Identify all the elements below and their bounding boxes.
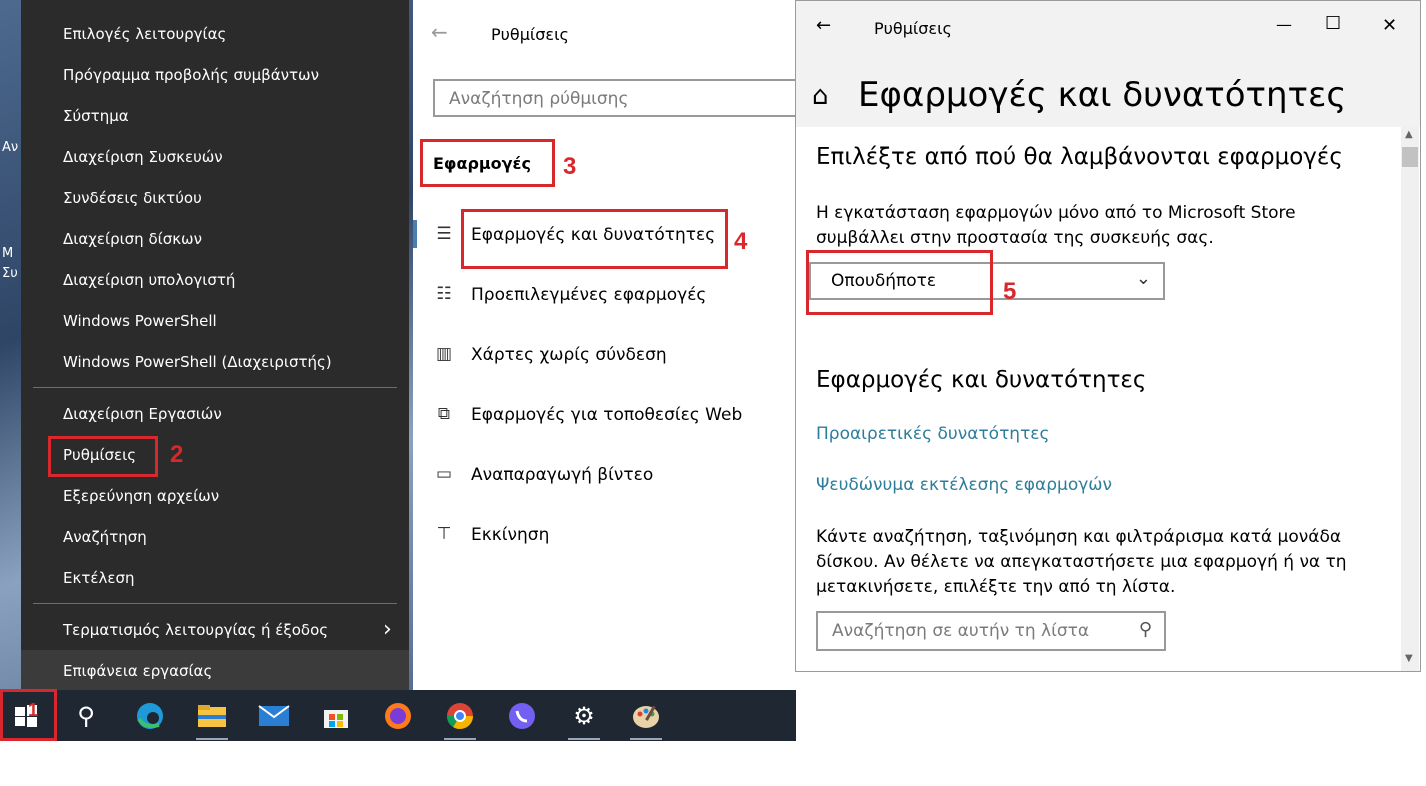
viber-icon[interactable] bbox=[502, 698, 542, 734]
annotation-box-settings bbox=[48, 436, 158, 477]
app-execution-aliases-link[interactable]: Ψευδώνυμα εκτέλεσης εφαρμογών bbox=[816, 475, 1112, 495]
chrome-icon[interactable] bbox=[440, 698, 480, 740]
apps-features-heading: Εφαρμογές και δυνατότητες bbox=[816, 367, 1147, 393]
nav-label: Προεπιλεγμένες εφαρμογές bbox=[471, 285, 707, 305]
nav-item-apps-websites[interactable]: ⧉ Εφαρμογές για τοποθεσίες Web bbox=[433, 402, 793, 432]
paint-icon[interactable] bbox=[626, 698, 666, 740]
home-icon[interactable]: ⌂ bbox=[812, 81, 829, 111]
menu-separator bbox=[33, 387, 397, 388]
menu-item-computer-management[interactable]: Διαχείριση υπολογιστή bbox=[63, 260, 235, 301]
annotation-box-apps bbox=[420, 139, 555, 187]
nav-item-offline-maps[interactable]: ▥ Χάρτες χωρίς σύνδεση bbox=[433, 342, 793, 372]
file-explorer-icon[interactable] bbox=[192, 698, 232, 740]
page-title: Εφαρμογές και δυνατότητες bbox=[858, 75, 1347, 115]
search-description-line: μετακινήσετε, επιλέξτε την από τη λίστα. bbox=[816, 577, 1176, 597]
store-icon[interactable] bbox=[316, 698, 356, 734]
menu-item-network-connections[interactable]: Συνδέσεις δικτύου bbox=[63, 178, 202, 219]
search-placeholder: Αναζήτηση σε αυτήν τη λίστα bbox=[832, 621, 1090, 641]
nav-label: Εκκίνηση bbox=[471, 525, 550, 545]
taskbar: ⚲ ⚙ bbox=[0, 690, 796, 741]
search-icon[interactable]: ⚲ bbox=[66, 698, 106, 734]
default-apps-icon: ☷ bbox=[436, 284, 452, 304]
scroll-down-arrow-icon[interactable]: ▼ bbox=[1405, 653, 1413, 664]
back-arrow-icon[interactable]: ← bbox=[431, 20, 448, 44]
chevron-down-icon: ⌄ bbox=[1135, 268, 1151, 289]
menu-item-run[interactable]: Εκτέλεση bbox=[63, 558, 134, 599]
settings-window-apps-features: ← Ρυθμίσεις — ☐ ✕ ⌂ Εφαρμογές και δυνατό… bbox=[795, 0, 1421, 672]
nav-label: Εφαρμογές για τοποθεσίες Web bbox=[471, 405, 743, 425]
menu-item-power-options[interactable]: Επιλογές λειτουργίας bbox=[63, 14, 226, 55]
app-list-search-input[interactable]: Αναζήτηση σε αυτήν τη λίστα ⚲ bbox=[816, 611, 1166, 651]
settings-apps-panel: ← Ρυθμίσεις Αναζήτηση ρύθμισης Εφαρμογές… bbox=[413, 0, 799, 690]
window-title: Ρυθμίσεις bbox=[874, 19, 952, 38]
menu-separator bbox=[33, 603, 397, 604]
apps-list-icon: ☰ bbox=[436, 224, 452, 244]
choose-source-heading: Επιλέξτε από πού θα λαμβάνονται εφαρμογέ… bbox=[816, 144, 1343, 170]
desktop-label-fragment: Συ bbox=[2, 266, 18, 281]
video-playback-icon: ▭ bbox=[435, 464, 453, 484]
annotation-number-5: 5 bbox=[1003, 278, 1017, 305]
active-nav-indicator bbox=[413, 220, 417, 248]
nav-item-default-apps[interactable]: ☷ Προεπιλεγμένες εφαρμογές bbox=[433, 282, 793, 312]
nav-label: Αναπαραγωγή βίντεο bbox=[471, 465, 654, 485]
menu-item-disk-management[interactable]: Διαχείριση δίσκων bbox=[63, 219, 202, 260]
annotation-number-4: 4 bbox=[734, 228, 748, 255]
running-indicator bbox=[196, 738, 228, 740]
menu-item-desktop[interactable]: Επιφάνεια εργασίας bbox=[63, 651, 212, 692]
store-description-line: συμβάλλει στην προστασία της συσκευής σα… bbox=[816, 228, 1214, 248]
menu-item-device-manager[interactable]: Διαχείριση Συσκευών bbox=[63, 137, 223, 178]
menu-item-shutdown-signout[interactable]: Τερματισμός λειτουργίας ή έξοδος bbox=[63, 610, 328, 651]
scroll-up-arrow-icon[interactable]: ▲ bbox=[1405, 129, 1413, 140]
startup-icon: ⊤ bbox=[436, 524, 452, 544]
minimize-button[interactable]: — bbox=[1276, 15, 1292, 34]
desktop-label-fragment: Αν bbox=[2, 140, 19, 155]
annotation-box-apps-features bbox=[461, 209, 728, 269]
menu-item-powershell-admin[interactable]: Windows PowerShell (Διαχειριστής) bbox=[63, 342, 332, 383]
search-placeholder: Αναζήτηση ρύθμισης bbox=[449, 89, 629, 109]
menu-item-file-explorer[interactable]: Εξερεύνηση αρχείων bbox=[63, 476, 219, 517]
annotation-number-2: 2 bbox=[170, 441, 184, 468]
offline-maps-icon: ▥ bbox=[435, 344, 453, 364]
settings-title: Ρυθμίσεις bbox=[491, 25, 569, 44]
settings-search-input[interactable]: Αναζήτηση ρύθμισης bbox=[433, 79, 799, 117]
annotation-box-dropdown bbox=[806, 250, 993, 315]
edge-icon[interactable] bbox=[130, 698, 170, 734]
menu-item-event-viewer[interactable]: Πρόγραμμα προβολής συμβάντων bbox=[63, 55, 319, 96]
search-description-line: Κάντε αναζήτηση, ταξινόμηση και φιλτράρι… bbox=[816, 527, 1342, 547]
scrollbar-thumb[interactable] bbox=[1402, 147, 1418, 167]
search-description-line: δίσκου. Αν θέλετε να απεγκαταστήσετε μια… bbox=[816, 552, 1347, 572]
back-arrow-icon[interactable]: ← bbox=[816, 15, 831, 36]
winx-context-menu: Επιλογές λειτουργίας Πρόγραμμα προβολής … bbox=[21, 0, 409, 690]
submenu-chevron-icon: › bbox=[383, 617, 392, 642]
scrollbar-track[interactable]: ▲ ▼ bbox=[1401, 127, 1419, 671]
firefox-icon[interactable] bbox=[378, 698, 418, 734]
menu-item-search[interactable]: Αναζήτηση bbox=[63, 517, 147, 558]
maximize-button[interactable]: ☐ bbox=[1325, 13, 1341, 34]
nav-item-video-playback[interactable]: ▭ Αναπαραγωγή βίντεο bbox=[433, 462, 793, 492]
annotation-number-1: 1 bbox=[28, 700, 39, 720]
close-button[interactable]: ✕ bbox=[1382, 15, 1397, 36]
menu-item-powershell[interactable]: Windows PowerShell bbox=[63, 301, 217, 342]
desktop-label-fragment: Μ bbox=[2, 246, 14, 261]
nav-label: Χάρτες χωρίς σύνδεση bbox=[471, 345, 667, 365]
optional-features-link[interactable]: Προαιρετικές δυνατότητες bbox=[816, 424, 1049, 444]
running-indicator bbox=[444, 738, 476, 740]
mail-icon[interactable] bbox=[254, 698, 294, 734]
search-icon: ⚲ bbox=[1138, 619, 1152, 640]
settings-gear-icon[interactable]: ⚙ bbox=[564, 698, 604, 740]
apps-websites-icon: ⧉ bbox=[437, 404, 451, 424]
annotation-number-3: 3 bbox=[563, 153, 577, 180]
menu-item-task-manager[interactable]: Διαχείριση Εργασιών bbox=[63, 394, 222, 435]
running-indicator bbox=[630, 738, 662, 740]
store-description-line: Η εγκατάσταση εφαρμογών μόνο από το Micr… bbox=[816, 203, 1296, 223]
nav-item-startup[interactable]: ⊤ Εκκίνηση bbox=[433, 522, 793, 552]
menu-item-system[interactable]: Σύστημα bbox=[63, 96, 129, 137]
running-indicator bbox=[568, 738, 600, 740]
